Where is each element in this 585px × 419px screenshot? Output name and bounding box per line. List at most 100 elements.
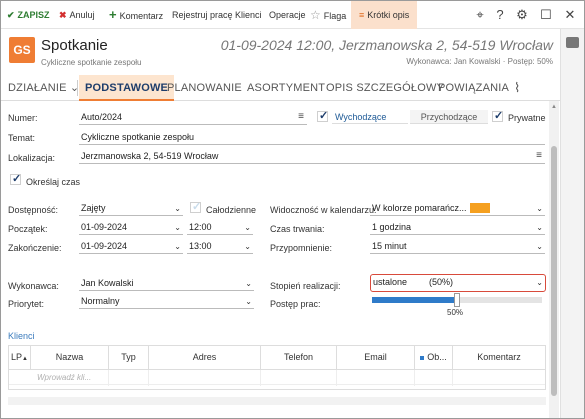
subject-field[interactable]: Cykliczne spotkanie zespołu (79, 131, 545, 145)
column-header-address[interactable]: Adres (149, 346, 261, 369)
duration-select[interactable]: 1 godzina ⌄ (370, 221, 545, 235)
paperclip-icon[interactable]: ⌇ (514, 75, 521, 101)
end-time-field[interactable]: 13:00 ⌄ (187, 240, 253, 254)
location-field[interactable]: Jerzmanowska 2, 54-519 Wrocław ≡ (79, 150, 545, 164)
reminder-value: 15 minut (372, 241, 407, 251)
chevron-down-icon: ⌄ (245, 297, 252, 306)
all-day-label: Całodzienne (206, 205, 257, 215)
tab-action[interactable]: DZIAŁANIE ⌄ (8, 75, 79, 101)
completion-label: Stopień realizacji: (270, 281, 341, 291)
cancel-label: Anuluj (69, 10, 95, 20)
help-icon[interactable]: ? (492, 7, 508, 23)
check-icon: ✓ (494, 110, 504, 122)
tab-divider (77, 80, 78, 96)
list-icon: ≡ (359, 10, 365, 20)
page-title: Spotkanie (41, 37, 108, 54)
table-cell (149, 370, 261, 386)
tab-bar: DZIAŁANIE ⌄ PODSTAWOWE PLANOWANIE ASORTY… (1, 75, 561, 101)
flag-label: Flaga (323, 11, 347, 21)
number-label: Numer: (8, 113, 38, 123)
column-header-lp[interactable]: LP▲ (9, 346, 31, 369)
chevron-down-icon: ⌄ (174, 242, 181, 251)
ob-label: Ob... (427, 352, 447, 362)
client-input-placeholder[interactable]: Wprowadź kli... (37, 373, 91, 382)
check-icon: ✓ (192, 201, 202, 213)
scrollbar[interactable]: ▲ (549, 101, 559, 418)
close-icon[interactable]: ✕ (562, 7, 578, 23)
save-button[interactable]: ✔ ZAPISZ (7, 1, 50, 29)
outgoing-toggle[interactable]: Wychodzące (332, 110, 408, 124)
executor-value: Jan Kowalski (81, 278, 134, 288)
private-label: Prywatne (508, 113, 546, 123)
short-description-button[interactable]: ≡ Krótki opis (351, 1, 418, 29)
flag-button[interactable]: ☆ Flaga (310, 1, 346, 29)
header-meta: Wykonawca: Jan Kowalski · Postęp: 50% (406, 57, 553, 66)
number-field[interactable]: Auto/2024 ≡ (79, 111, 307, 125)
calendar-color-swatch (470, 203, 490, 213)
progress-value: 50% (447, 308, 464, 317)
progress-handle[interactable] (454, 293, 460, 307)
register-work-label: Rejestruj pracę (172, 10, 233, 20)
menu-icon[interactable]: ≡ (298, 111, 304, 123)
executor-select[interactable]: Jan Kowalski ⌄ (79, 277, 254, 291)
operations-button[interactable]: Operacje (269, 1, 306, 29)
datetime-location: 01-09-2024 12:00, Jerzmanowska 2, 54-519… (220, 37, 553, 53)
table-cell (337, 370, 415, 386)
reminder-select[interactable]: 15 minut ⌄ (370, 240, 545, 254)
maximize-icon[interactable]: ☐ (538, 7, 554, 23)
horizontal-scrollbar[interactable] (8, 397, 546, 405)
progress-label: Postęp prac: (270, 299, 321, 309)
start-date-field[interactable]: 01-09-2024 ⌄ (79, 221, 183, 235)
scroll-up-icon[interactable]: ▲ (551, 104, 557, 110)
incoming-toggle[interactable]: Przychodzące (410, 110, 488, 124)
tag-icon[interactable]: ⌖ (472, 7, 488, 23)
tab-assortment[interactable]: ASORTYMENT (247, 75, 325, 101)
start-date-value: 01-09-2024 (81, 222, 128, 232)
tab-relations[interactable]: POWIĄZANIA (438, 75, 509, 101)
end-time-value: 13:00 (189, 241, 212, 251)
column-header-name[interactable]: Nazwa (31, 346, 109, 369)
clients-label: Klienci (235, 10, 262, 20)
chevron-down-icon: ⌄ (536, 204, 543, 213)
completion-value: ustalone (373, 277, 408, 287)
chevron-down-icon: ⌄ (536, 223, 543, 232)
location-value: Jerzmanowska 2, 54-519 Wrocław (81, 151, 219, 161)
register-work-button[interactable]: Rejestruj pracę (172, 1, 233, 29)
comment-icon[interactable] (566, 37, 579, 48)
column-header-phone[interactable]: Telefon (261, 346, 337, 369)
column-header-email[interactable]: Email (337, 346, 415, 369)
all-day-checkbox[interactable]: ✓ (190, 201, 202, 213)
priority-select[interactable]: Normalny ⌄ (79, 295, 254, 309)
comment-button[interactable]: + Komentarz (109, 1, 163, 29)
define-time-checkbox[interactable]: ✓ (10, 173, 21, 185)
lp-label: LP (11, 352, 23, 362)
toolbar: ✔ ZAPISZ ✖ Anuluj + Komentarz Rejestruj pra… (1, 1, 584, 29)
sort-up-icon: ▲ (22, 356, 28, 362)
start-label: Początek: (8, 224, 48, 234)
location-label: Lokalizacja: (8, 153, 56, 163)
clients-button[interactable]: Klienci (235, 1, 262, 29)
scrollbar-thumb[interactable] (551, 146, 557, 396)
calendar-visibility-select[interactable]: W kolorze pomarańcz... ⌄ (370, 202, 545, 216)
availability-select[interactable]: Zajęty ⌄ (79, 202, 183, 216)
check-icon: ✓ (319, 110, 329, 122)
outgoing-checkbox[interactable]: ✓ (317, 110, 329, 122)
duration-value: 1 godzina (372, 222, 412, 232)
menu-icon[interactable]: ≡ (536, 150, 542, 162)
cancel-button[interactable]: ✖ Anuluj (59, 1, 95, 29)
gear-icon[interactable]: ⚙ (514, 7, 530, 23)
start-time-field[interactable]: 12:00 ⌄ (187, 221, 253, 235)
tab-planning[interactable]: PLANOWANIE (167, 75, 242, 101)
private-checkbox[interactable]: ✓ (492, 110, 504, 122)
right-sidebar (560, 29, 584, 418)
chevron-down-icon: ⌄ (174, 204, 181, 213)
column-header-comment[interactable]: Komentarz (453, 346, 545, 369)
tab-basic[interactable]: PODSTAWOWE (79, 75, 175, 101)
chevron-down-icon: ⌄ (536, 242, 543, 251)
column-header-type[interactable]: Typ (109, 346, 149, 369)
tab-detailed[interactable]: OPIS SZCZEGÓŁOWY (326, 75, 444, 101)
table-row[interactable]: Wprowadź kli... (9, 369, 545, 386)
column-header-ob[interactable]: Ob... (415, 346, 453, 369)
end-date-field[interactable]: 01-09-2024 ⌄ (79, 240, 183, 254)
completion-select[interactable]: ustalone (50%) ⌄ (370, 274, 546, 292)
